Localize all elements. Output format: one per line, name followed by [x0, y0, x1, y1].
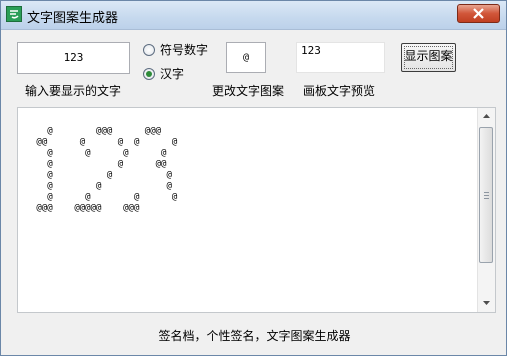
radio-hanzi-label: 汉字 — [160, 67, 185, 81]
arrow-down-icon — [483, 301, 490, 305]
preview-caption: 画板文字预览 — [303, 84, 376, 98]
radio-symbol-label: 符号数字 — [160, 43, 209, 57]
show-pattern-button[interactable]: 显示图案 — [401, 43, 456, 72]
footer-text: 签名档，个性签名，文字图案生成器 — [158, 329, 351, 343]
radio-symbol-digits[interactable]: 符号数字 — [143, 41, 208, 58]
radio-hanzi-dot[interactable] — [143, 67, 155, 80]
radio-symbol-dot[interactable] — [143, 43, 155, 56]
drawing-board[interactable]: @ @@@ @@@ @@ @ @ @ @ @ @ @ @ @ @ @@ @ @ … — [17, 107, 496, 313]
vertical-scrollbar[interactable] — [477, 108, 495, 312]
radio-hanzi[interactable]: 汉字 — [143, 65, 184, 82]
app-window: 文字图案生成器 123 符号数字 汉字 @ 123 显示图案 输入要显示的文字 … — [0, 0, 507, 356]
preview-text-box: 123 — [296, 42, 385, 73]
app-icon — [6, 6, 22, 22]
grip-icon — [484, 192, 489, 199]
input-caption: 输入要显示的文字 — [25, 84, 122, 98]
arrow-up-icon — [483, 114, 490, 118]
pattern-input[interactable]: @ — [226, 42, 266, 73]
scroll-up-button[interactable] — [478, 108, 495, 125]
window-title: 文字图案生成器 — [27, 11, 119, 26]
scroll-thumb[interactable] — [479, 127, 493, 263]
change-pattern-caption: 更改文字图案 — [212, 84, 285, 98]
title-bar: 文字图案生成器 — [1, 1, 506, 30]
ascii-art: @ @@@ @@@ @@ @ @ @ @ @ @ @ @ @ @ @@ @ @ … — [36, 126, 178, 213]
text-input[interactable]: 123 — [17, 42, 130, 74]
scroll-down-button[interactable] — [478, 295, 495, 312]
close-icon — [473, 8, 484, 19]
close-button[interactable] — [457, 4, 500, 23]
